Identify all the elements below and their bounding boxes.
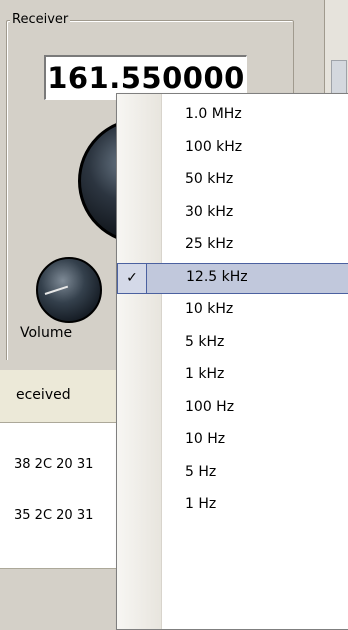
- received-list[interactable]: 38 2C 20 31 35 2C 20 31: [0, 423, 120, 569]
- menu-item-label: 1 kHz: [185, 366, 225, 382]
- menu-item-label: 100 kHz: [185, 138, 243, 155]
- menu-item[interactable]: ✓ 12.5 kHz: [117, 262, 348, 294]
- receiver-group-label: Receiver: [10, 12, 71, 27]
- checkmark-icon: ✓: [118, 263, 147, 293]
- menu-item-label: 100 Hz: [185, 398, 235, 415]
- menu-item-label: 1 Hz: [185, 496, 217, 512]
- volume-knob[interactable]: [36, 257, 102, 323]
- menu-item[interactable]: 10 kHz: [117, 295, 348, 326]
- list-item[interactable]: 35 2C 20 31: [14, 508, 93, 523]
- menu-item-label: 50 kHz: [185, 171, 234, 187]
- menu-item-label: 5 kHz: [185, 333, 225, 350]
- menu-item-label: 25 kHz: [185, 236, 234, 252]
- list-item[interactable]: 38 2C 20 31: [14, 457, 93, 472]
- menu-item[interactable]: 1.0 MHz: [117, 100, 348, 131]
- menu-item[interactable]: 5 kHz: [117, 328, 348, 359]
- menu-item[interactable]: 1 kHz: [117, 360, 348, 391]
- volume-knob-pointer: [44, 285, 69, 295]
- menu-item-label: 5 Hz: [185, 463, 217, 480]
- menu-item-label: 12.5 kHz: [186, 268, 248, 285]
- menu-item[interactable]: 100 kHz: [117, 133, 348, 164]
- menu-item[interactable]: 30 kHz: [117, 198, 348, 229]
- menu-item[interactable]: 100 Hz: [117, 393, 348, 424]
- menu-item-label: 10 Hz: [185, 431, 226, 447]
- received-column-header[interactable]: eceived: [0, 370, 120, 423]
- menu-item[interactable]: 5 Hz: [117, 458, 348, 489]
- volume-label: Volume: [20, 325, 73, 341]
- menu-item[interactable]: 25 kHz: [117, 230, 348, 261]
- menu-item[interactable]: 10 Hz: [117, 425, 348, 456]
- received-column-header-label: eceived: [16, 387, 71, 403]
- menu-item[interactable]: 50 kHz: [117, 165, 348, 196]
- menu-item-label: 30 kHz: [185, 203, 234, 220]
- step-size-menu[interactable]: 1.0 MHz 100 kHz 50 kHz 30 kHz 25 kHz ✓ 12.5 kH…: [116, 93, 348, 630]
- menu-item-label: 10 kHz: [185, 301, 234, 317]
- menu-item[interactable]: 1 Hz: [117, 490, 348, 521]
- menu-item-label: 1.0 MHz: [185, 106, 242, 122]
